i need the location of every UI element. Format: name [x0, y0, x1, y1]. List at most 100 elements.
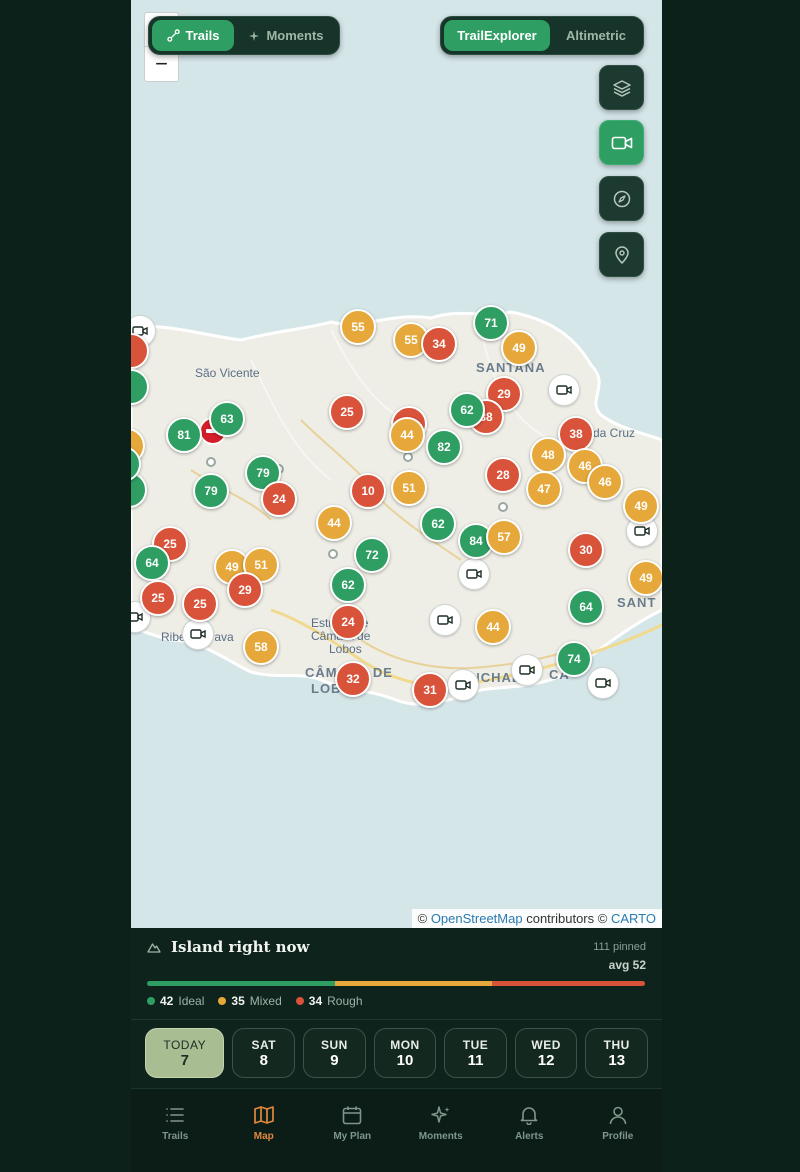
webcam-marker[interactable]: [587, 667, 619, 699]
compass-button[interactable]: [599, 176, 644, 221]
trail-score-pin[interactable]: 81: [166, 417, 202, 453]
day-chip[interactable]: WED 12: [514, 1028, 578, 1078]
trail-score-pin[interactable]: 25: [329, 394, 365, 430]
condition-distribution-bar: [147, 981, 645, 986]
day-chip[interactable]: SUN 9: [303, 1028, 366, 1078]
nav-profile-label: Profile: [602, 1131, 634, 1142]
nav-alerts-label: Alerts: [515, 1131, 544, 1142]
trail-score-pin[interactable]: 30: [568, 532, 604, 568]
rough-segment: [492, 981, 645, 986]
trail-score-pin[interactable]: 71: [473, 305, 509, 341]
day-chip[interactable]: SAT 8: [232, 1028, 296, 1078]
locate-button[interactable]: [599, 232, 644, 277]
day-chip[interactable]: MON 10: [373, 1028, 437, 1078]
calendar-icon: [342, 1106, 362, 1125]
trail-score-pin[interactable]: 64: [568, 589, 604, 625]
sparkle-icon: [249, 30, 260, 41]
trailhead-dot[interactable]: [498, 502, 508, 512]
route-icon: [166, 29, 180, 42]
layers-icon: [612, 79, 631, 97]
trailhead-dot[interactable]: [206, 457, 216, 467]
legend-ideal: 42 Ideal: [147, 994, 204, 1008]
webcam-toggle-button[interactable]: [599, 120, 644, 165]
webcam-marker[interactable]: [182, 618, 214, 650]
trail-score-pin[interactable]: 31: [412, 672, 448, 708]
nav-alerts[interactable]: Alerts: [485, 1089, 574, 1172]
trail-score-pin[interactable]: 25: [182, 586, 218, 622]
trail-score-pin[interactable]: 32: [335, 661, 371, 697]
trail-score-pin[interactable]: 28: [485, 457, 521, 493]
nav-my-plan[interactable]: My Plan: [308, 1089, 397, 1172]
nav-map[interactable]: Map: [220, 1089, 309, 1172]
map-view[interactable]: São Vicente SANTANA da Cruz Ribeira Brav…: [131, 0, 662, 928]
webcam-marker[interactable]: [447, 669, 479, 701]
summary-title: Island right now: [171, 938, 310, 956]
nav-profile[interactable]: Profile: [574, 1089, 663, 1172]
webcam-marker[interactable]: [458, 558, 490, 590]
mountain-icon: [147, 943, 161, 953]
bell-icon: [520, 1107, 538, 1125]
view-toggle: TrailExplorer Altimetric: [440, 16, 644, 55]
day-chip-today[interactable]: TODAY 7: [145, 1028, 225, 1078]
trail-score-pin[interactable]: 58: [243, 629, 279, 665]
tab-altimetric[interactable]: Altimetric: [552, 20, 640, 51]
nav-trails[interactable]: Trails: [131, 1089, 220, 1172]
app-frame: São Vicente SANTANA da Cruz Ribeira Brav…: [131, 0, 662, 1172]
webcam-marker[interactable]: [548, 374, 580, 406]
webcam-marker[interactable]: [429, 604, 461, 636]
carto-link[interactable]: CARTO: [611, 911, 656, 926]
tab-moments[interactable]: Moments: [236, 20, 336, 51]
sparkles-icon: [431, 1106, 450, 1123]
trail-score-pin[interactable]: 44: [316, 505, 352, 541]
tab-trails[interactable]: Trails: [152, 20, 234, 51]
summary-header: Island right now: [147, 938, 309, 956]
nav-moments-label: Moments: [418, 1131, 463, 1142]
trail-score-pin[interactable]: 10: [350, 473, 386, 509]
trail-score-pin[interactable]: 46: [587, 464, 623, 500]
trail-score-pin[interactable]: 62: [449, 392, 485, 428]
trail-score-pin[interactable]: 62: [330, 567, 366, 603]
osm-link[interactable]: OpenStreetMap: [431, 911, 523, 926]
trail-score-pin[interactable]: 51: [391, 470, 427, 506]
list-icon: [166, 1108, 185, 1122]
place-label: Lobos: [329, 642, 362, 656]
user-icon: [609, 1106, 627, 1125]
tab-trailexplorer[interactable]: TrailExplorer: [444, 20, 550, 51]
layers-button[interactable]: [599, 65, 644, 110]
trail-score-pin[interactable]: 24: [330, 604, 366, 640]
trail-score-pin[interactable]: 57: [486, 519, 522, 555]
trail-score-pin[interactable]: 55: [340, 309, 376, 345]
trail-score-pin[interactable]: 34: [421, 326, 457, 362]
trail-score-pin[interactable]: 25: [140, 580, 176, 616]
trail-score-pin[interactable]: 49: [623, 488, 659, 524]
day-chip[interactable]: THU 13: [585, 1028, 649, 1078]
attrib-mid: contributors ©: [526, 911, 608, 926]
trailhead-dot[interactable]: [403, 452, 413, 462]
trail-score-pin[interactable]: 79: [193, 473, 229, 509]
trail-score-pin[interactable]: 49: [628, 560, 662, 596]
trail-score-pin[interactable]: 74: [556, 641, 592, 677]
trail-score-pin[interactable]: 82: [426, 429, 462, 465]
trail-score-pin[interactable]: 48: [530, 437, 566, 473]
trail-score-pin[interactable]: 44: [389, 417, 425, 453]
trail-score-pin[interactable]: 29: [227, 572, 263, 608]
trailhead-dot[interactable]: [328, 549, 338, 559]
island-summary-panel: Island right now 111 pinned avg 52 42 Ide…: [131, 928, 662, 1020]
trail-score-pin[interactable]: 24: [261, 481, 297, 517]
trail-score-pin[interactable]: 49: [501, 330, 537, 366]
condition-legend: 42 Ideal 35 Mixed 34 Rough: [147, 994, 363, 1008]
place-label: São Vicente: [195, 366, 260, 380]
mixed-segment: [335, 981, 493, 986]
trail-score-pin[interactable]: 64: [134, 545, 170, 581]
webcam-marker[interactable]: [511, 654, 543, 686]
day-chip[interactable]: TUE 11: [444, 1028, 507, 1078]
video-camera-icon: [611, 136, 632, 149]
trail-score-pin[interactable]: 72: [354, 537, 390, 573]
trail-score-pin[interactable]: 44: [475, 609, 511, 645]
trail-score-pin[interactable]: 63: [209, 401, 245, 437]
trail-score-pin[interactable]: 62: [420, 506, 456, 542]
map-icon: [253, 1106, 274, 1124]
legend-rough: 34 Rough: [295, 994, 363, 1008]
nav-moments[interactable]: Moments: [397, 1089, 486, 1172]
trail-score-pin[interactable]: 47: [526, 471, 562, 507]
